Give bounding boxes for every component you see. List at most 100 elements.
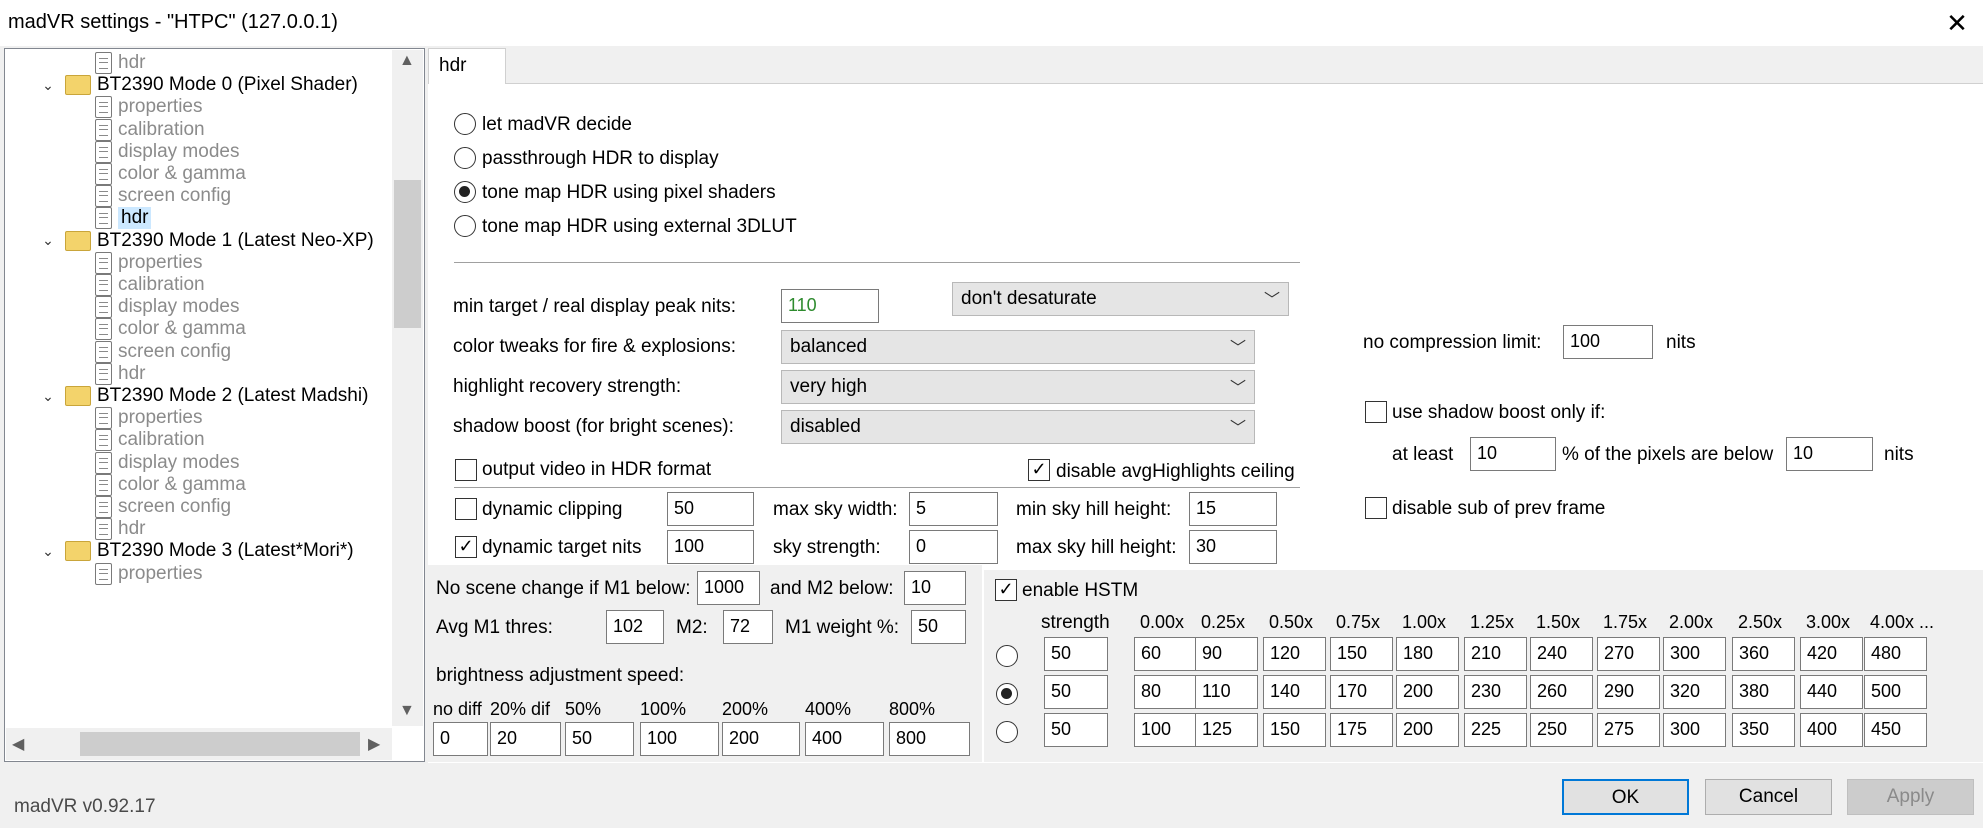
hstm-value-input[interactable]: 380 bbox=[1732, 675, 1795, 709]
hstm-value-input[interactable]: 320 bbox=[1663, 675, 1726, 709]
speed-input[interactable]: 800 bbox=[889, 722, 970, 756]
hstm-value-input[interactable]: 150 bbox=[1263, 713, 1326, 747]
chevron-down-icon[interactable]: ⌄ bbox=[41, 77, 55, 94]
hstm-value-input[interactable]: 300 bbox=[1663, 713, 1726, 747]
min-sky-hill-label: min sky hill height: bbox=[1016, 499, 1172, 520]
hstm-value-input[interactable]: 350 bbox=[1732, 713, 1795, 747]
avg-m1-input[interactable]: 102 bbox=[606, 610, 664, 644]
close-icon[interactable]: ✕ bbox=[1942, 8, 1972, 38]
scroll-up-icon[interactable]: ▲ bbox=[399, 52, 415, 70]
color-tweaks-select[interactable]: balanced ﹀ bbox=[781, 330, 1255, 364]
shadow-select[interactable]: disabled ﹀ bbox=[781, 410, 1255, 444]
tree-item[interactable]: properties bbox=[95, 561, 203, 587]
hdr-mode-radio[interactable] bbox=[454, 181, 476, 203]
chevron-down-icon[interactable]: ⌄ bbox=[41, 232, 55, 249]
chevron-down-icon[interactable]: ⌄ bbox=[41, 543, 55, 560]
speed-input[interactable]: 200 bbox=[722, 722, 800, 756]
dynamic-target-checkbox[interactable]: ✓ bbox=[455, 536, 477, 558]
max-sky-hill-input[interactable]: 30 bbox=[1189, 530, 1277, 564]
hstm-value-input[interactable]: 110 bbox=[1195, 675, 1258, 709]
min-sky-hill-input[interactable]: 15 bbox=[1189, 492, 1277, 526]
hdr-mode-radio[interactable] bbox=[454, 113, 476, 135]
hstm-value-input[interactable]: 240 bbox=[1530, 637, 1593, 671]
cancel-button[interactable]: Cancel bbox=[1705, 779, 1832, 815]
hstm-value-input[interactable]: 180 bbox=[1396, 637, 1459, 671]
hstm-value-input[interactable]: 60 bbox=[1134, 637, 1197, 671]
hstm-strength-input[interactable]: 50 bbox=[1044, 637, 1108, 671]
disable-sub-checkbox[interactable] bbox=[1365, 497, 1387, 519]
hstm-value-input[interactable]: 80 bbox=[1134, 675, 1197, 709]
at-least-input[interactable]: 10 bbox=[1470, 437, 1556, 471]
enable-hstm-checkbox[interactable]: ✓ bbox=[995, 579, 1017, 601]
tree-hscroll-thumb[interactable] bbox=[80, 732, 360, 756]
hstm-strength-input[interactable]: 50 bbox=[1044, 713, 1108, 747]
hstm-value-input[interactable]: 290 bbox=[1597, 675, 1660, 709]
hstm-value-input[interactable]: 120 bbox=[1263, 637, 1326, 671]
speed-input[interactable]: 400 bbox=[805, 722, 884, 756]
scroll-right-icon[interactable]: ▶ bbox=[368, 734, 380, 754]
hstm-row-radio[interactable] bbox=[996, 683, 1018, 705]
disable-avg-checkbox[interactable]: ✓ bbox=[1028, 459, 1050, 481]
tree-group[interactable]: ⌄ BT2390 Mode 1 (Latest Neo-XP) bbox=[41, 228, 374, 254]
dynamic-clipping-checkbox[interactable] bbox=[455, 498, 477, 520]
settings-tree[interactable]: hdr ⌄ BT2390 Mode 0 (Pixel Shader) properti… bbox=[4, 48, 425, 762]
dynamic-clipping-input[interactable]: 50 bbox=[667, 492, 754, 526]
hstm-value-input[interactable]: 480 bbox=[1864, 637, 1927, 671]
hstm-value-input[interactable]: 150 bbox=[1330, 637, 1393, 671]
apply-button[interactable]: Apply bbox=[1847, 779, 1974, 815]
hstm-row-radio[interactable] bbox=[996, 645, 1018, 667]
hdr-mode-radio[interactable] bbox=[454, 147, 476, 169]
hstm-value-input[interactable]: 210 bbox=[1464, 637, 1527, 671]
scroll-left-icon[interactable]: ◀ bbox=[12, 734, 24, 754]
speed-input[interactable]: 100 bbox=[640, 722, 719, 756]
pixels-below-input[interactable]: 10 bbox=[1786, 437, 1873, 471]
dynamic-target-input[interactable]: 100 bbox=[667, 530, 754, 564]
hstm-value-input[interactable]: 420 bbox=[1800, 637, 1863, 671]
speed-input[interactable]: 20 bbox=[490, 722, 561, 756]
hstm-value-input[interactable]: 200 bbox=[1396, 675, 1459, 709]
hstm-value-input[interactable]: 175 bbox=[1330, 713, 1393, 747]
hstm-row-radio[interactable] bbox=[996, 721, 1018, 743]
hstm-value-input[interactable]: 440 bbox=[1800, 675, 1863, 709]
m1-below-input[interactable]: 1000 bbox=[697, 571, 760, 605]
tree-scroll-thumb[interactable] bbox=[394, 180, 421, 328]
hstm-value-input[interactable]: 170 bbox=[1330, 675, 1393, 709]
output-hdr-checkbox[interactable] bbox=[455, 459, 477, 481]
speed-input[interactable]: 0 bbox=[433, 722, 488, 756]
chevron-down-icon[interactable]: ⌄ bbox=[41, 388, 55, 405]
hstm-value-input[interactable]: 275 bbox=[1597, 713, 1660, 747]
m1-weight-input[interactable]: 50 bbox=[911, 610, 966, 644]
use-shadow-checkbox[interactable] bbox=[1365, 401, 1387, 423]
hstm-value-input[interactable]: 90 bbox=[1195, 637, 1258, 671]
hstm-value-input[interactable]: 230 bbox=[1464, 675, 1527, 709]
hstm-value-input[interactable]: 270 bbox=[1597, 637, 1660, 671]
hstm-value-input[interactable]: 450 bbox=[1864, 713, 1927, 747]
hstm-value-input[interactable]: 100 bbox=[1134, 713, 1197, 747]
m2-below-input[interactable]: 10 bbox=[904, 571, 966, 605]
m2-input[interactable]: 72 bbox=[723, 610, 773, 644]
ok-button[interactable]: OK bbox=[1562, 779, 1689, 815]
min-target-input[interactable]: 110 bbox=[781, 289, 879, 323]
hstm-value-input[interactable]: 360 bbox=[1732, 637, 1795, 671]
hstm-value-input[interactable]: 300 bbox=[1663, 637, 1726, 671]
no-compression-input[interactable]: 100 bbox=[1563, 325, 1653, 359]
highlight-select[interactable]: very high ﹀ bbox=[781, 370, 1255, 404]
hstm-strength-input[interactable]: 50 bbox=[1044, 675, 1108, 709]
desaturate-select[interactable]: don't desaturate ﹀ bbox=[952, 282, 1289, 316]
hstm-value-input[interactable]: 140 bbox=[1263, 675, 1326, 709]
hdr-mode-radio[interactable] bbox=[454, 215, 476, 237]
hstm-value-input[interactable]: 225 bbox=[1464, 713, 1527, 747]
tree-vertical-scrollbar[interactable] bbox=[392, 50, 423, 726]
tree-group[interactable]: ⌄ BT2390 Mode 2 (Latest Madshi) bbox=[41, 383, 368, 409]
hstm-value-input[interactable]: 400 bbox=[1800, 713, 1863, 747]
max-sky-width-input[interactable]: 5 bbox=[909, 492, 998, 526]
hstm-value-input[interactable]: 200 bbox=[1396, 713, 1459, 747]
hstm-value-input[interactable]: 500 bbox=[1864, 675, 1927, 709]
sky-strength-input[interactable]: 0 bbox=[909, 530, 998, 564]
tab-hdr[interactable]: hdr bbox=[428, 48, 506, 84]
hstm-value-input[interactable]: 125 bbox=[1195, 713, 1258, 747]
speed-input[interactable]: 50 bbox=[565, 722, 634, 756]
hstm-value-input[interactable]: 260 bbox=[1530, 675, 1593, 709]
scroll-down-icon[interactable]: ▼ bbox=[399, 702, 415, 720]
hstm-value-input[interactable]: 250 bbox=[1530, 713, 1593, 747]
